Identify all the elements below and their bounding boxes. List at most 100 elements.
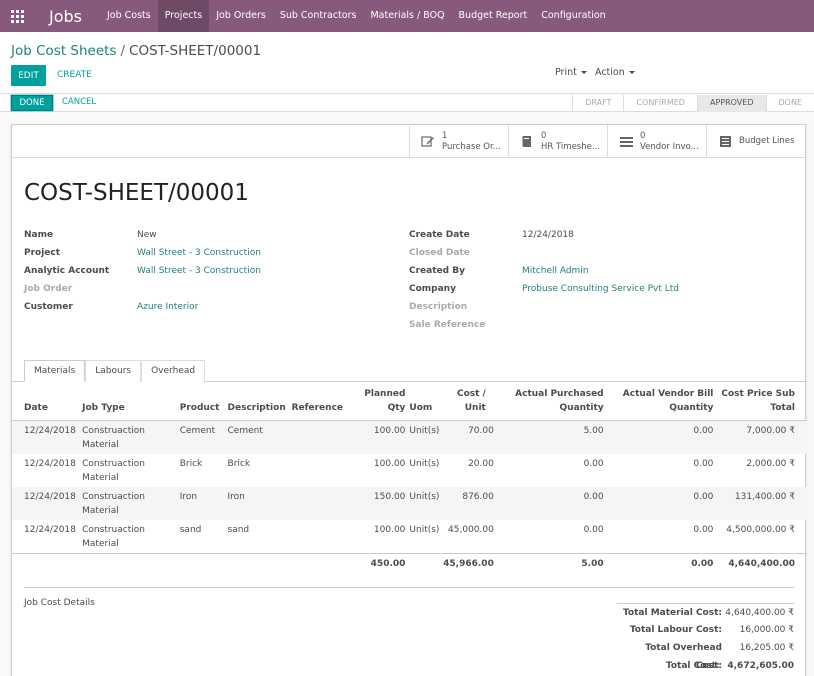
field-created-by-value[interactable]: Mitchell Admin <box>522 266 589 276</box>
total-cost-row: Total Cost: 4,672,605.00 ₹ <box>617 657 794 675</box>
menu-item-budget-report[interactable]: Budget Report <box>452 0 535 32</box>
cell-job-type: Construaction Material <box>82 454 180 487</box>
table-row[interactable]: 12/24/2018 Construaction Material Cement … <box>12 420 807 454</box>
menu-item-sub-contractors[interactable]: Sub Contractors <box>273 0 364 32</box>
stage-draft[interactable]: DRAFT <box>572 95 623 112</box>
tab-materials[interactable]: Materials <box>24 360 86 382</box>
field-project-value[interactable]: Wall Street - 3 Construction <box>137 248 261 258</box>
material-lines-table: Date Job Type Product Description Refere… <box>12 387 807 574</box>
apps-menu-icon[interactable] <box>0 0 34 32</box>
field-analytic-account-value[interactable]: Wall Street - 3 Construction <box>137 266 261 276</box>
field-customer-value[interactable]: Azure Interior <box>137 302 198 312</box>
caret-down-icon <box>580 71 587 74</box>
cancel-button[interactable]: CANCEL <box>62 97 96 107</box>
cell-uom: Unit(s) <box>409 525 440 535</box>
table-row[interactable]: 12/24/2018 Construaction Material Iron Ir… <box>12 487 807 520</box>
column-header-date[interactable]: Date <box>12 387 83 421</box>
menu-item-job-costs[interactable]: Job Costs <box>100 0 158 32</box>
menu-item-materials-boq[interactable]: Materials / BOQ <box>363 0 451 32</box>
app-title[interactable]: Jobs <box>34 7 100 26</box>
column-header-cost-unit[interactable]: Cost / Unit <box>440 387 494 421</box>
tab-overhead[interactable]: Overhead <box>141 360 206 382</box>
column-header-planned-qty[interactable]: Planned Qty <box>352 387 406 421</box>
print-dropdown[interactable]: Print <box>555 67 587 78</box>
menu-item-projects[interactable]: Projects <box>157 0 210 32</box>
field-value: New <box>137 230 157 240</box>
column-header-actual-purchased[interactable]: Actual Purchased Quantity <box>493 387 604 421</box>
create-button[interactable]: CREATE <box>57 70 92 80</box>
cell-product: Cement <box>179 420 228 454</box>
column-header-subtotal[interactable]: Cost Price Sub Total <box>713 387 807 421</box>
cell-actual-vendor: 0.00 <box>693 459 714 469</box>
cell-date: 12/24/2018 <box>24 525 76 535</box>
stage-done[interactable]: DONE <box>765 95 814 112</box>
total-value: 4,672,605.00 ₹ <box>727 661 794 671</box>
action-dropdown[interactable]: Action <box>595 67 635 78</box>
column-header-actual-vendor-bill[interactable]: Actual Vendor Bill Quantity <box>603 387 714 421</box>
budget-lines-button[interactable]: Budget Lines <box>706 125 805 158</box>
total-value: 16,000.00 ₹ <box>739 625 794 635</box>
field-label: Name <box>24 230 54 240</box>
field-name: Name <box>24 230 53 240</box>
menu-item-configuration[interactable]: Configuration <box>534 0 612 32</box>
column-header-job-type[interactable]: Job Type <box>82 387 180 421</box>
cell-date: 12/24/2018 <box>12 420 83 454</box>
details-divider <box>24 587 794 588</box>
cell-uom: Unit(s) <box>405 487 441 520</box>
column-header-reference[interactable]: Reference <box>291 387 353 421</box>
action-label: Action <box>595 67 625 78</box>
field-company-value[interactable]: Probuse Consulting Service Pvt Ltd <box>522 284 679 294</box>
field-value-link[interactable]: Probuse Consulting Service Pvt Ltd <box>522 284 679 294</box>
edit-button[interactable]: EDIT <box>11 65 46 86</box>
header-line: Cost Price Sub <box>721 389 795 399</box>
total-overhead-cost-row: Total Overhead Cost: 16,205.00 ₹ <box>617 639 794 671</box>
breadcrumb-current: COST-SHEET/00001 <box>129 43 262 59</box>
cell-description: sand <box>227 525 250 535</box>
field-value-link[interactable]: Mitchell Admin <box>522 266 589 276</box>
column-header-uom[interactable]: Uom <box>405 387 441 421</box>
hr-timesheets-count: 0 <box>541 130 547 141</box>
header-line: Actual Vendor Bill <box>622 389 714 399</box>
cell-product: sand <box>179 525 202 535</box>
table-row[interactable]: 12/24/2018 Construaction Material sand sa… <box>12 520 807 554</box>
cell-line: Material <box>82 473 119 483</box>
breadcrumb: Job Cost Sheets / COST-SHEET/00001 <box>11 43 261 59</box>
breadcrumb-parent-link[interactable]: Job Cost Sheets <box>11 43 116 59</box>
field-value-link[interactable]: Wall Street - 3 Construction <box>137 266 261 276</box>
field-value-link[interactable]: Azure Interior <box>137 302 198 312</box>
purchase-orders-button[interactable]: 1 Purchase Or... <box>409 125 508 158</box>
total-subtotal: 4,640,400.00 <box>713 553 807 574</box>
cell-line: Material <box>82 506 119 516</box>
purchase-orders-count: 1 <box>442 130 448 141</box>
ledger-icon <box>717 135 733 149</box>
tab-labours[interactable]: Labours <box>85 360 142 382</box>
cell-line: Construaction <box>82 459 145 469</box>
cell-date: 12/24/2018 <box>24 459 76 469</box>
column-header-description[interactable]: Description <box>227 387 292 421</box>
field-name-value[interactable]: New <box>137 230 157 240</box>
field-label: Closed Date <box>409 248 470 258</box>
header-line: Quantity <box>559 403 604 413</box>
field-value-link[interactable]: Wall Street - 3 Construction <box>137 248 261 258</box>
header-line: Unit <box>464 403 486 413</box>
cell-product: Brick <box>179 459 203 469</box>
stage-approved[interactable]: APPROVED <box>696 95 766 112</box>
vendor-invoices-button[interactable]: 0 Vendor Invo... <box>607 125 706 158</box>
field-job-order: Job Order <box>24 284 72 294</box>
cell-planned-qty: 100.00 <box>373 459 406 469</box>
field-create-date-value[interactable]: 12/24/2018 <box>522 230 574 240</box>
cell-description: Iron <box>227 487 292 520</box>
header-line: Total <box>770 403 795 413</box>
menu-item-job-orders[interactable]: Job Orders <box>209 0 273 32</box>
field-value: 12/24/2018 <box>522 230 574 240</box>
vendor-invoices-count: 0 <box>640 130 646 141</box>
done-button[interactable]: DONE <box>11 95 53 111</box>
column-header-product[interactable]: Product <box>179 387 228 421</box>
hr-timesheets-button[interactable]: 0 HR Timeshe... <box>508 125 607 158</box>
edit-icon <box>420 135 436 149</box>
cell-product: Iron <box>179 487 228 520</box>
total-label: Total Labour Cost: <box>629 625 722 635</box>
cell-subtotal: 7,000.00 ₹ <box>713 420 807 454</box>
table-row[interactable]: 12/24/2018 Construaction Material Brick B… <box>12 454 807 487</box>
stage-confirmed[interactable]: CONFIRMED <box>623 95 697 112</box>
